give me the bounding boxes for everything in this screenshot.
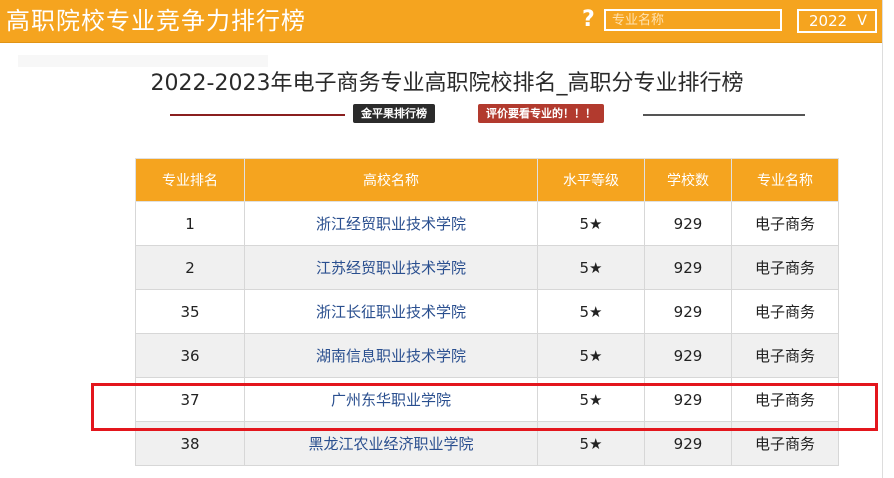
year-select[interactable]: 2022 V bbox=[797, 9, 877, 33]
brand-badge: 金平果排行榜 bbox=[353, 104, 435, 123]
cell-rank: 38 bbox=[135, 421, 245, 466]
page-title: 2022-2023年电子商务专业高职院校排名_高职分专业排行榜 bbox=[150, 71, 744, 96]
cell-rank: 2 bbox=[135, 245, 245, 290]
cell-level: 5★ bbox=[537, 421, 645, 466]
cell-major: 电子商务 bbox=[731, 333, 839, 378]
table-row: 35 浙江长征职业技术学院 5★ 929 电子商务 bbox=[135, 289, 839, 334]
cell-level: 5★ bbox=[537, 333, 645, 378]
app-title: 高职院校专业竞争力排行榜 bbox=[6, 7, 306, 35]
notice-badge: 评价要看专业的！！！ bbox=[478, 104, 604, 123]
top-bar: 高职院校专业竞争力排行榜 ? 2022 V bbox=[0, 0, 894, 43]
cell-school-link[interactable]: 浙江经贸职业技术学院 bbox=[244, 201, 538, 246]
table-header-row: 专业排名 高校名称 水平等级 学校数 专业名称 bbox=[135, 158, 839, 202]
cell-major: 电子商务 bbox=[731, 377, 839, 422]
year-select-value: 2022 bbox=[809, 12, 848, 30]
chevron-down-icon: V bbox=[857, 13, 867, 29]
cell-rank: 1 bbox=[135, 201, 245, 246]
cell-major: 电子商务 bbox=[731, 289, 839, 334]
cell-count: 929 bbox=[644, 333, 732, 378]
header-school: 高校名称 bbox=[244, 158, 538, 202]
cell-school-link[interactable]: 江苏经贸职业技术学院 bbox=[244, 245, 538, 290]
faint-divider bbox=[18, 55, 268, 67]
cell-count: 929 bbox=[644, 421, 732, 466]
cell-school-link[interactable]: 广州东华职业学院 bbox=[244, 377, 538, 422]
table-row: 1 浙江经贸职业技术学院 5★ 929 电子商务 bbox=[135, 201, 839, 246]
table-row: 37 广州东华职业学院 5★ 929 电子商务 bbox=[135, 377, 839, 422]
header-count: 学校数 bbox=[644, 158, 732, 202]
header-level: 水平等级 bbox=[537, 158, 645, 202]
cell-major: 电子商务 bbox=[731, 421, 839, 466]
cell-level: 5★ bbox=[537, 377, 645, 422]
cell-major: 电子商务 bbox=[731, 245, 839, 290]
table-row: 36 湖南信息职业技术学院 5★ 929 电子商务 bbox=[135, 333, 839, 378]
cell-count: 929 bbox=[644, 201, 732, 246]
table-row: 38 黑龙江农业经济职业学院 5★ 929 电子商务 bbox=[135, 421, 839, 466]
cell-school-link[interactable]: 湖南信息职业技术学院 bbox=[244, 333, 538, 378]
cell-level: 5★ bbox=[537, 245, 645, 290]
header-rank: 专业排名 bbox=[135, 158, 245, 202]
cell-school-link[interactable]: 浙江长征职业技术学院 bbox=[244, 289, 538, 334]
cell-count: 929 bbox=[644, 289, 732, 334]
title-divider-right bbox=[643, 114, 805, 116]
table-row: 2 江苏经贸职业技术学院 5★ 929 电子商务 bbox=[135, 245, 839, 290]
header-major: 专业名称 bbox=[731, 158, 839, 202]
cell-rank: 35 bbox=[135, 289, 245, 334]
cell-rank: 37 bbox=[135, 377, 245, 422]
cell-school-link[interactable]: 黑龙江农业经济职业学院 bbox=[244, 421, 538, 466]
cell-major: 电子商务 bbox=[731, 201, 839, 246]
cell-rank: 36 bbox=[135, 333, 245, 378]
ranking-table: 专业排名 高校名称 水平等级 学校数 专业名称 1 浙江经贸职业技术学院 5★ … bbox=[135, 158, 839, 466]
search-input[interactable] bbox=[604, 9, 782, 31]
cell-count: 929 bbox=[644, 245, 732, 290]
cell-count: 929 bbox=[644, 377, 732, 422]
title-divider-left bbox=[170, 114, 345, 116]
cell-level: 5★ bbox=[537, 201, 645, 246]
help-icon[interactable]: ? bbox=[582, 6, 595, 34]
cell-level: 5★ bbox=[537, 289, 645, 334]
